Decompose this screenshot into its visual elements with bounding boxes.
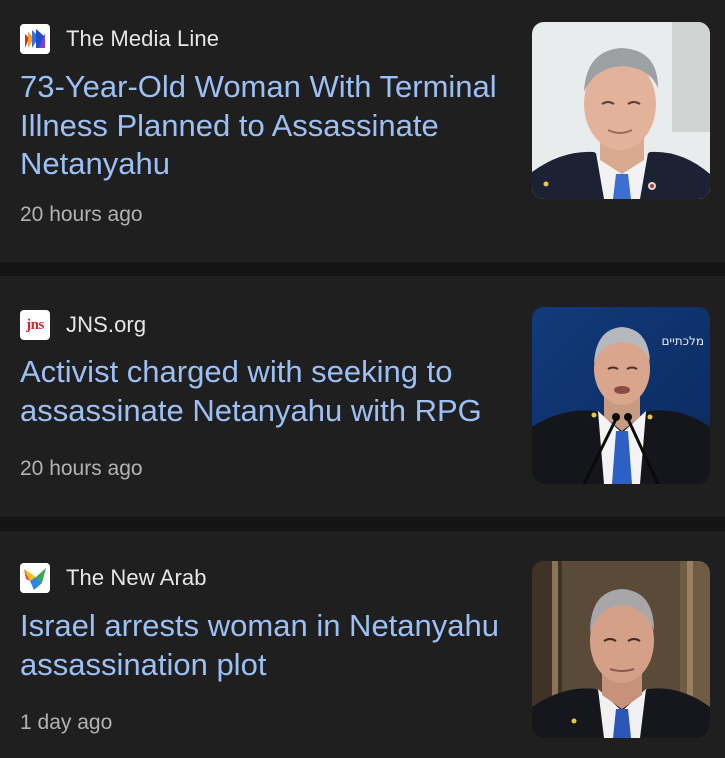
new-arab-logo-icon: [20, 563, 50, 593]
jns-logo-icon: jns: [20, 310, 50, 340]
card-separator: [0, 262, 725, 276]
source-row: The New Arab: [20, 563, 207, 593]
jns-logo-text: jns: [26, 316, 44, 333]
headline-link[interactable]: Activist charged with seeking to assassi…: [20, 353, 510, 430]
article-thumbnail[interactable]: [532, 561, 710, 738]
source-row: jns JNS.org: [20, 310, 146, 340]
headline-link[interactable]: Israel arrests woman in Netanyahu assass…: [20, 607, 510, 684]
news-feed: The Media Line 73-Year-Old Woman With Te…: [0, 0, 725, 758]
source-row: The Media Line: [20, 24, 219, 54]
source-name: The New Arab: [66, 565, 207, 590]
card-separator: [0, 517, 725, 531]
timestamp: 20 hours ago: [20, 203, 143, 226]
source-name: JNS.org: [66, 312, 147, 337]
source-name: The Media Line: [66, 26, 220, 51]
thumbnail-text: מלכתיים: [661, 334, 704, 348]
timestamp: 20 hours ago: [20, 457, 143, 480]
article-thumbnail[interactable]: מלכתיים: [532, 307, 710, 484]
timestamp: 1 day ago: [20, 711, 113, 734]
article-thumbnail[interactable]: [532, 22, 710, 199]
media-line-logo-icon: [20, 24, 50, 54]
headline-link[interactable]: 73-Year-Old Woman With Terminal Illness …: [20, 68, 510, 184]
